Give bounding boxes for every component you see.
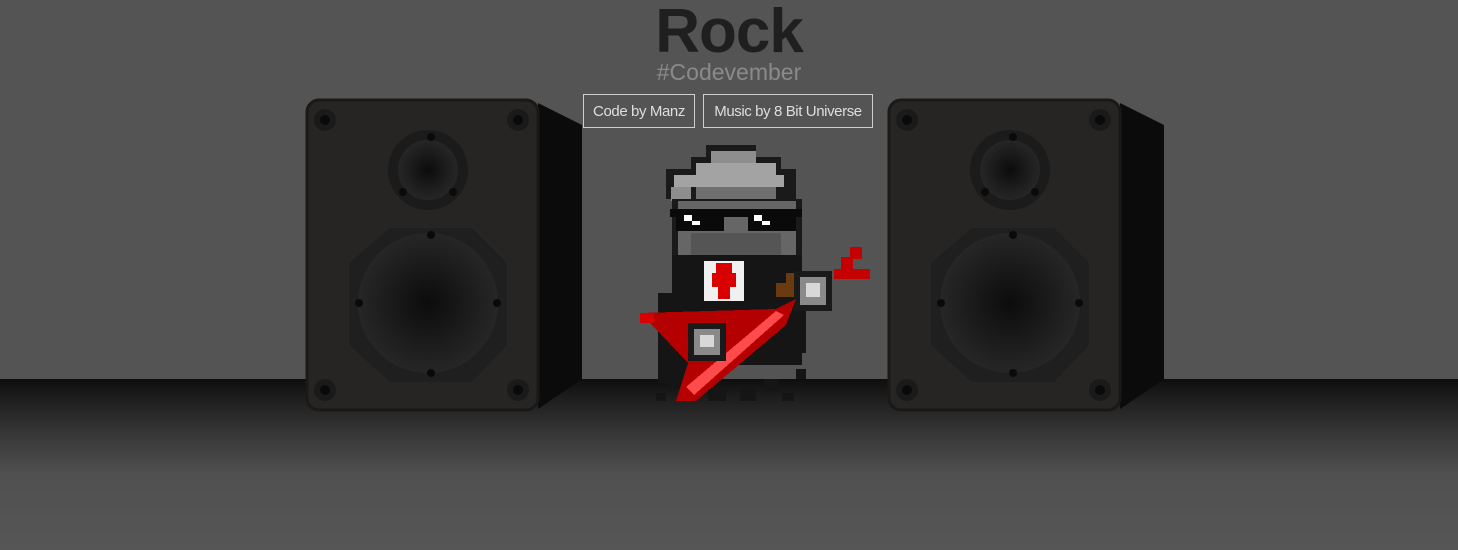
- music-credit-link[interactable]: Music by 8 Bit Universe: [703, 94, 873, 128]
- code-credit-link[interactable]: Code by Manz: [583, 94, 695, 128]
- stage-floor: [0, 379, 1458, 550]
- scene: Rock #Codevember Code by Manz Music by 8…: [0, 0, 1458, 550]
- page-subtitle: #Codevember: [656, 59, 802, 85]
- left-speaker-icon: [305, 98, 582, 412]
- rocker-character-icon: [640, 145, 870, 401]
- right-speaker-icon: [887, 98, 1164, 412]
